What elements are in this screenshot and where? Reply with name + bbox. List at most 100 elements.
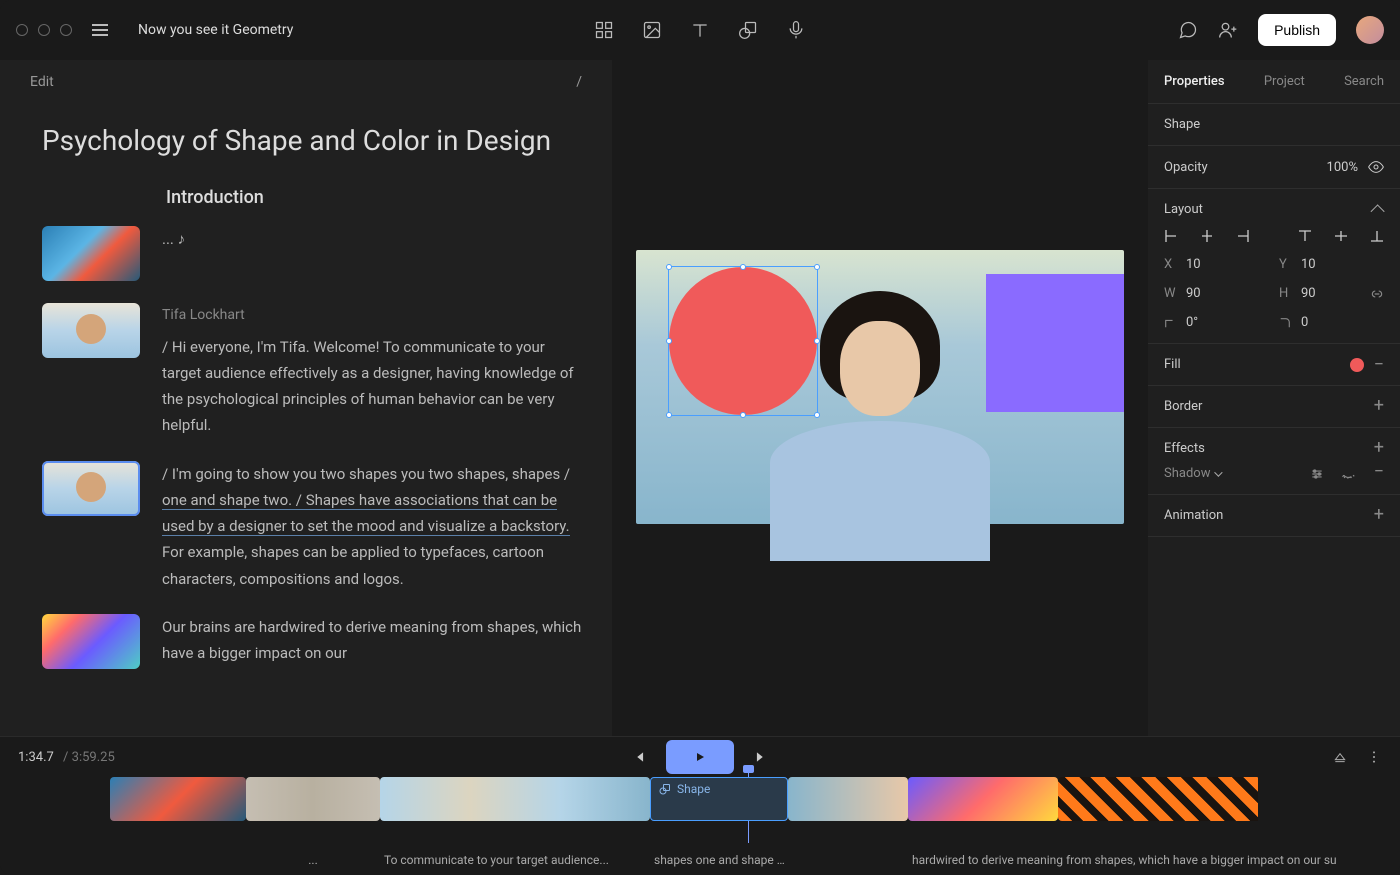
close-window[interactable]: [16, 24, 28, 36]
clip-thumbnail[interactable]: [42, 226, 140, 281]
clip-thumbnail[interactable]: [42, 614, 140, 669]
tab-search[interactable]: Search: [1344, 74, 1384, 89]
rotation-input[interactable]: 0°: [1186, 315, 1198, 330]
timeline-clip[interactable]: [908, 777, 1058, 821]
script-text[interactable]: Tifa Lockhart / Hi everyone, I'm Tifa. W…: [162, 303, 582, 439]
document-title[interactable]: Psychology of Shape and Color in Design: [0, 104, 612, 177]
h-input[interactable]: 90: [1301, 286, 1316, 301]
clip-caption: hardwired to derive meaning from shapes,…: [908, 853, 1358, 867]
toolbar: [594, 20, 806, 40]
x-input[interactable]: 10: [1186, 257, 1201, 272]
clip-caption: [110, 853, 246, 867]
eject-icon[interactable]: [1332, 749, 1348, 765]
transcript-text: Our brains are hardwired to derive meani…: [162, 618, 581, 662]
user-avatar[interactable]: [1356, 16, 1384, 44]
y-input[interactable]: 10: [1301, 257, 1316, 272]
tab-properties[interactable]: Properties: [1164, 74, 1225, 89]
script-text[interactable]: / I'm going to show you two shapes you t…: [162, 461, 582, 592]
window-controls: [16, 24, 72, 36]
x-label: X: [1164, 257, 1178, 272]
minimize-window[interactable]: [38, 24, 50, 36]
resize-handle[interactable]: [814, 264, 820, 270]
timeline-time: 1:34.7 / 3:59.25: [18, 750, 115, 765]
video-preview[interactable]: [636, 250, 1124, 524]
slash-indicator: /: [576, 74, 582, 90]
clip-label: Shape: [677, 782, 710, 796]
skip-back-icon[interactable]: [622, 740, 656, 774]
timeline-clip[interactable]: [380, 777, 650, 821]
comment-icon[interactable]: [1178, 20, 1198, 40]
clip-caption: shapes one and shape two....: [650, 853, 788, 867]
timeline: 1:34.7 / 3:59.25 Shape: [0, 736, 1400, 875]
shadow-dropdown[interactable]: Shadow: [1164, 466, 1220, 481]
opacity-value[interactable]: 100%: [1327, 160, 1358, 175]
remove-shadow-icon[interactable]: −: [1374, 467, 1384, 481]
visibility-icon[interactable]: [1368, 159, 1384, 175]
section-heading[interactable]: Introduction: [166, 187, 582, 208]
timeline-track[interactable]: Shape: [0, 777, 1400, 853]
border-label: Border: [1164, 399, 1202, 414]
timeline-clip[interactable]: [1058, 777, 1258, 821]
menu-icon[interactable]: [92, 24, 108, 36]
opacity-section: Opacity 100%: [1148, 146, 1400, 189]
timeline-clip-selected[interactable]: Shape: [650, 777, 788, 821]
script-text[interactable]: Our brains are hardwired to derive meani…: [162, 614, 582, 669]
script-header: Edit /: [0, 60, 612, 104]
align-center-v-icon[interactable]: [1334, 229, 1348, 243]
resize-handle[interactable]: [740, 412, 746, 418]
properties-panel: Properties Project Search Shape Opacity …: [1148, 60, 1400, 736]
resize-handle[interactable]: [814, 338, 820, 344]
layout-section: Layout X10: [1148, 189, 1400, 344]
timeline-clip[interactable]: [788, 777, 908, 821]
fill-color-swatch[interactable]: [1350, 358, 1364, 372]
square-shape[interactable]: [986, 274, 1124, 412]
transcript-selection[interactable]: one and shape two. / Shapes have associa…: [162, 491, 570, 536]
image-icon[interactable]: [642, 20, 662, 40]
more-icon[interactable]: [1366, 749, 1382, 765]
clip-thumbnail[interactable]: [42, 303, 140, 358]
resize-handle[interactable]: [666, 412, 672, 418]
shadow-hide-icon[interactable]: [1342, 467, 1356, 481]
link-dimensions-icon[interactable]: [1370, 287, 1384, 301]
clip-thumbnail-selected[interactable]: [42, 461, 140, 516]
play-button[interactable]: [666, 740, 734, 774]
properties-tabs: Properties Project Search: [1148, 60, 1400, 104]
resize-handle[interactable]: [814, 412, 820, 418]
maximize-window[interactable]: [60, 24, 72, 36]
align-bottom-icon[interactable]: [1370, 229, 1384, 243]
shadow-settings-icon[interactable]: [1310, 467, 1324, 481]
add-effect-icon[interactable]: +: [1374, 441, 1384, 455]
timeline-clip[interactable]: [246, 777, 380, 821]
remove-fill-icon[interactable]: −: [1374, 360, 1384, 369]
align-center-h-icon[interactable]: [1200, 229, 1214, 243]
align-top-icon[interactable]: [1298, 229, 1312, 243]
add-border-icon[interactable]: +: [1374, 399, 1384, 413]
shape-selection-box[interactable]: [668, 266, 818, 416]
project-title[interactable]: Now you see it Geometry: [138, 22, 293, 38]
text-icon[interactable]: [690, 20, 710, 40]
add-animation-icon[interactable]: +: [1374, 508, 1384, 522]
microphone-icon[interactable]: [786, 20, 806, 40]
border-section: Border +: [1148, 386, 1400, 428]
tab-project[interactable]: Project: [1264, 74, 1305, 89]
add-user-icon[interactable]: [1218, 20, 1238, 40]
align-right-icon[interactable]: [1236, 229, 1250, 243]
effects-label: Effects: [1164, 441, 1205, 456]
chevron-up-icon[interactable]: [1371, 204, 1385, 218]
timeline-clip[interactable]: [110, 777, 246, 821]
canvas[interactable]: [612, 60, 1148, 736]
w-input[interactable]: 90: [1186, 286, 1201, 301]
script-text[interactable]: ... ♪: [162, 226, 582, 281]
circle-shape[interactable]: [669, 267, 817, 415]
resize-handle[interactable]: [666, 264, 672, 270]
shape-icon[interactable]: [738, 20, 758, 40]
rotation-icon: [1164, 317, 1178, 329]
align-left-icon[interactable]: [1164, 229, 1178, 243]
resize-handle[interactable]: [666, 338, 672, 344]
grid-icon[interactable]: [594, 20, 614, 40]
radius-input[interactable]: 0: [1301, 315, 1308, 330]
resize-handle[interactable]: [740, 264, 746, 270]
music-marker: ... ♪: [162, 226, 582, 252]
publish-button[interactable]: Publish: [1258, 14, 1336, 46]
edit-tab[interactable]: Edit: [30, 74, 54, 90]
